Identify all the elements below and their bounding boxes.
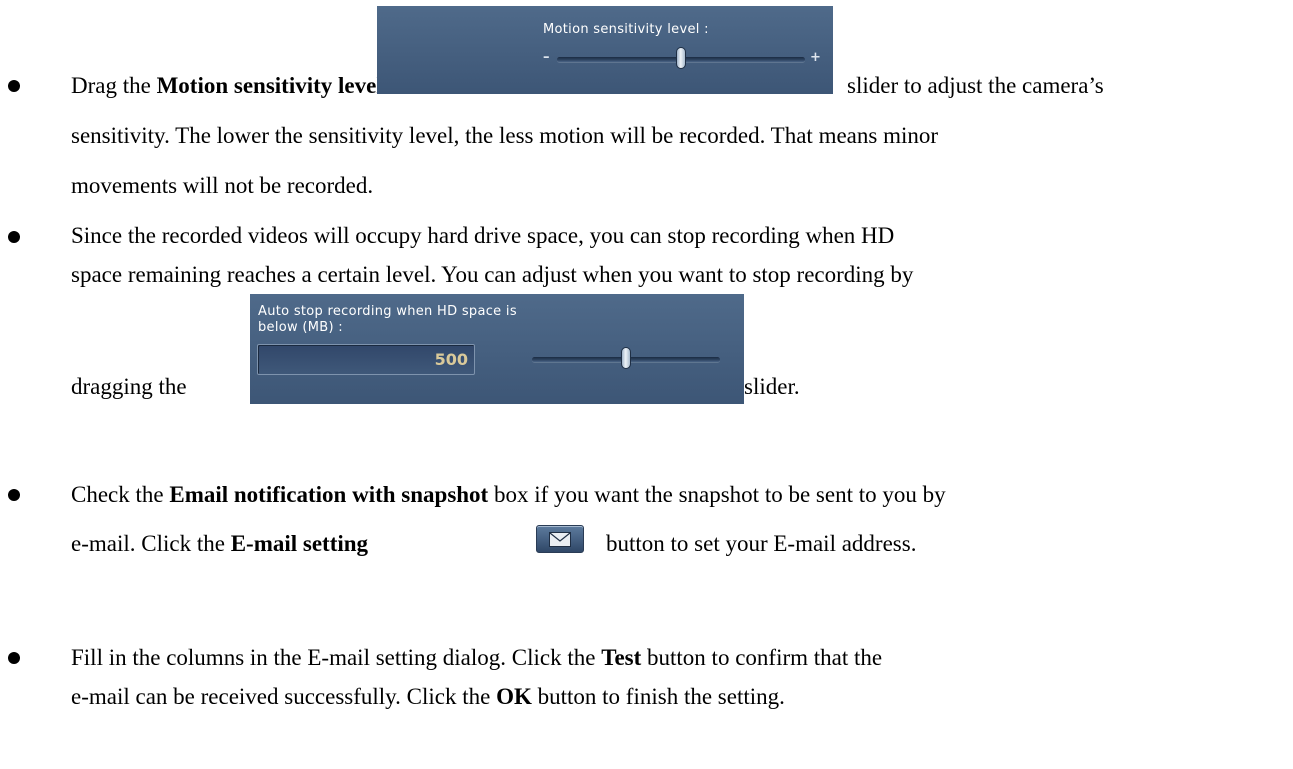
text: button to finish the setting. [531, 684, 785, 709]
auto-stop-label-line2: below (MB) : [258, 320, 343, 335]
bullet-marker [8, 231, 20, 243]
auto-stop-label-line1: Auto stop recording when HD space is [258, 304, 517, 319]
bold-text: Test [601, 645, 642, 670]
text: Fill in the columns in the E-mail settin… [71, 645, 602, 670]
email-setting-button[interactable] [536, 525, 584, 553]
text: button to confirm that the [641, 645, 883, 670]
paragraph-line: Drag the Motion sensitivity level [71, 72, 383, 100]
text: slider to adjust the camera’s [847, 73, 1104, 98]
bold-text: Motion sensitivity level [156, 73, 383, 98]
text: box if you want the snapshot to be sent … [488, 482, 946, 507]
motion-sensitivity-panel: Motion sensitivity level : – + [377, 6, 833, 94]
motion-slider-knob[interactable] [676, 47, 686, 69]
auto-stop-panel: Auto stop recording when HD space is bel… [250, 294, 744, 404]
text: Check the [71, 482, 170, 507]
bold-text: OK [496, 684, 532, 709]
bullet-marker [8, 80, 20, 92]
bullet-marker [8, 652, 20, 664]
paragraph-line: sensitivity. The lower the sensitivity l… [71, 123, 939, 148]
bold-text: Email notification with snapshot [169, 482, 489, 507]
text: e-mail can be received successfully. Cli… [71, 684, 497, 709]
paragraph-line: slider. [744, 374, 800, 399]
paragraph-line: e-mail can be received successfully. Cli… [71, 683, 785, 711]
paragraph-line: Check the Email notification with snapsh… [71, 481, 946, 509]
paragraph-line: Fill in the columns in the E-mail settin… [71, 644, 882, 672]
paragraph-line: slider to adjust the camera’s [847, 72, 1104, 100]
hd-space-value-field[interactable]: 500 [257, 344, 475, 375]
minus-sign: – [543, 50, 550, 65]
bullet-marker [8, 489, 20, 501]
text: e-mail. Click the [71, 531, 231, 556]
paragraph-line: movements will not be recorded. [71, 173, 374, 198]
motion-sensitivity-label: Motion sensitivity level : [543, 22, 709, 37]
bold-text: E-mail setting [230, 531, 369, 556]
paragraph-line: space remaining reaches a certain level.… [71, 262, 914, 287]
paragraph-line: e-mail. Click the E-mail setting [71, 530, 368, 558]
paragraph-line: dragging the [71, 374, 187, 399]
paragraph-line: button to set your E-mail address. [606, 531, 917, 556]
paragraph-line: Since the recorded videos will occupy ha… [71, 223, 895, 248]
plus-sign: + [810, 50, 821, 65]
text: Drag the [71, 73, 157, 98]
hd-space-slider-knob[interactable] [621, 347, 631, 369]
